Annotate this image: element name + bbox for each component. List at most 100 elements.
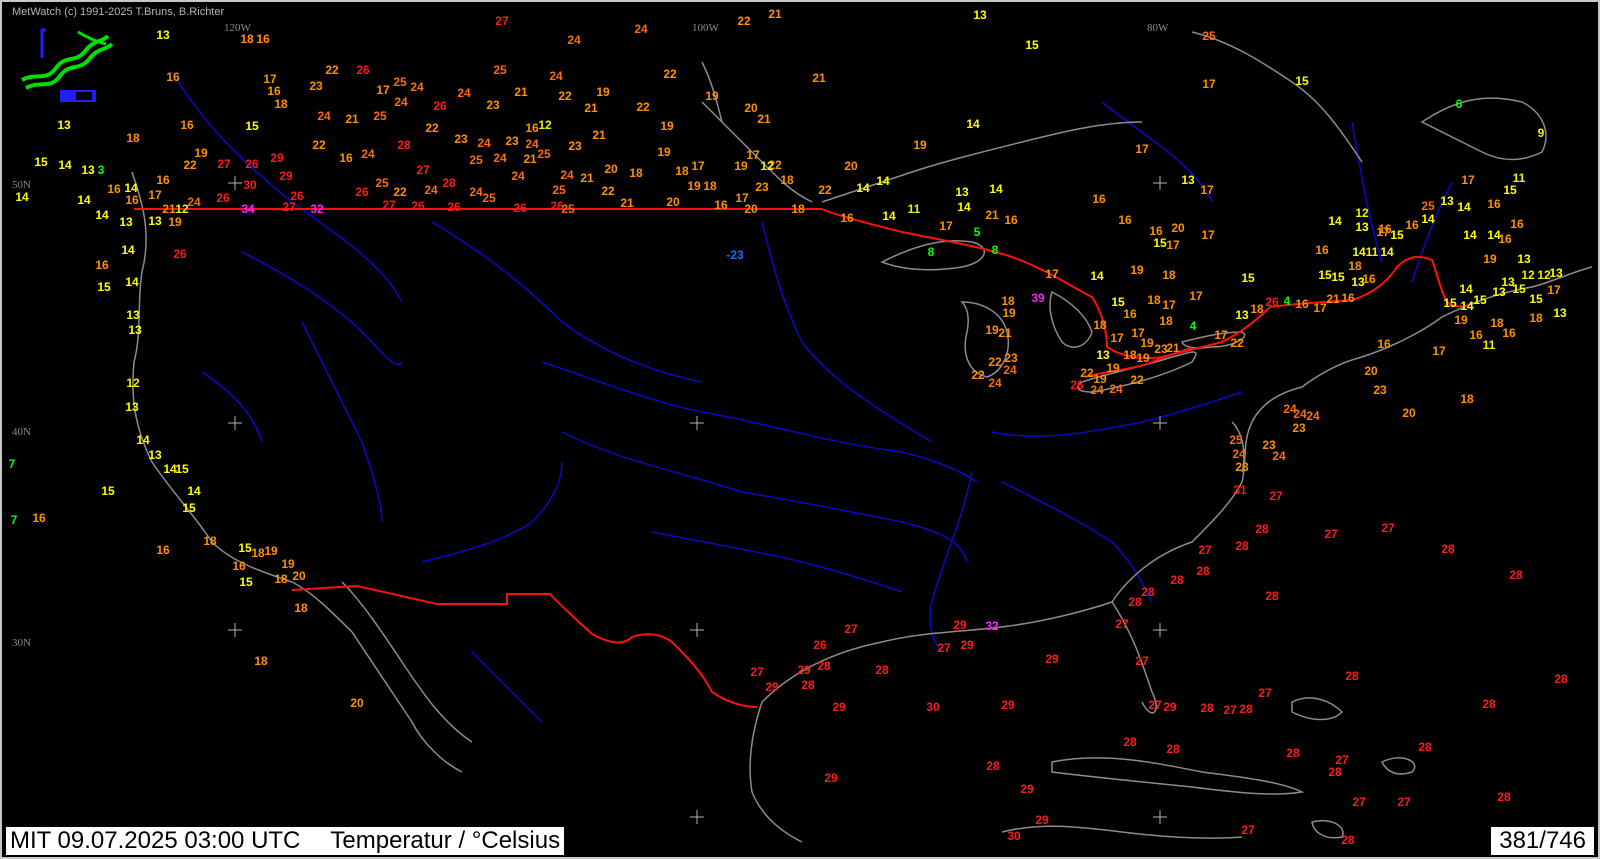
temperature-label: 19 xyxy=(168,215,182,229)
temperature-label: 16 xyxy=(1341,291,1355,305)
temperature-label: 15 xyxy=(239,575,253,589)
temperature-observations: 13 18 1627242422 21 13152516 1716182322 261725… xyxy=(9,7,1568,847)
temperature-label: 20 xyxy=(744,101,758,115)
temperature-label: 11 xyxy=(1366,245,1379,259)
temperature-label: 21 xyxy=(985,208,999,222)
temperature-label: 15 xyxy=(1025,38,1039,52)
temperature-label: 19 xyxy=(1136,351,1150,365)
temperature-label: 16 xyxy=(840,211,854,225)
temperature-label: 29 xyxy=(824,771,838,785)
temperature-label: 29 xyxy=(1001,698,1015,712)
temperature-label: 17 xyxy=(1200,183,1214,197)
temperature-label: 14 xyxy=(882,209,896,223)
temperature-label: 27 xyxy=(1324,527,1338,541)
temperature-label: 24 xyxy=(1293,407,1307,421)
temperature-label: 7 xyxy=(11,513,18,527)
temperature-label: 20 xyxy=(604,162,618,176)
temperature-label: 13 xyxy=(119,215,133,229)
temperature-label: 16 xyxy=(1498,232,1512,246)
temperature-label: 13 xyxy=(128,323,142,337)
temperature-label: 28 xyxy=(1166,742,1180,756)
temperature-label: 28 xyxy=(1482,697,1496,711)
temperature-label: 26 xyxy=(1265,295,1279,309)
temperature-label: 28 xyxy=(986,759,1000,773)
temperature-label: 27 xyxy=(382,198,396,212)
temperature-label: 16 xyxy=(232,559,246,573)
temperature-label: 17 xyxy=(1135,142,1149,156)
temperature-label: 18 xyxy=(1147,293,1161,307)
temperature-label: 14 xyxy=(136,433,150,447)
temperature-label: 17 xyxy=(148,188,162,202)
temperature-label: 22 xyxy=(558,89,572,103)
temperature-label: 25 xyxy=(493,63,507,77)
temperature-label: 16 xyxy=(156,543,170,557)
temperature-label: 15 xyxy=(1473,293,1487,307)
temperature-label: 18 xyxy=(675,164,689,178)
temperature-label: 21 xyxy=(757,112,771,126)
temperature-label: 17 xyxy=(1166,238,1180,252)
temperature-label: 18 xyxy=(780,173,794,187)
temperature-label: 27 xyxy=(1352,795,1366,809)
temperature-label: 22 xyxy=(737,14,751,28)
temperature-label: 14 xyxy=(95,208,109,222)
temperature-label: 18 xyxy=(1348,259,1362,273)
temperature-label: 22 xyxy=(988,355,1002,369)
temperature-label: 19 xyxy=(1130,263,1144,277)
temperature-label: 20 xyxy=(1364,364,1378,378)
temperature-label: 16 xyxy=(32,511,46,525)
temperature-label: 28 xyxy=(1235,539,1249,553)
temperature-label: 22 xyxy=(325,63,339,77)
temperature-label: 13 xyxy=(1553,306,1567,320)
temperature-label: 27 xyxy=(217,157,231,171)
temperature-label: 29 xyxy=(765,680,779,694)
temperature-label: 19 xyxy=(194,146,208,160)
temperature-label: 23 xyxy=(309,79,323,93)
valid-time-caption: MIT 09.07.2025 03:00 UTC Temperatur / °Ce… xyxy=(6,827,565,855)
temperature-label: 21 xyxy=(1166,341,1180,355)
temperature-label: 27 xyxy=(416,163,430,177)
temperature-label: 23 xyxy=(454,132,468,146)
temperature-label: 14 xyxy=(1463,228,1477,242)
temperature-label: 26 xyxy=(513,201,527,215)
temperature-label: 19 xyxy=(705,89,719,103)
temperature-label: 18 xyxy=(203,534,217,548)
temperature-label: 8 xyxy=(928,245,935,259)
temperature-label: 20 xyxy=(350,696,364,710)
temperature-label: 22 xyxy=(1130,373,1144,387)
temperature-label: 13 xyxy=(125,400,139,414)
temperature-label: 28 xyxy=(1554,672,1568,686)
temperature-label: 23 xyxy=(568,139,582,153)
temperature-label: 12 xyxy=(126,376,140,390)
temperature-label: 21 xyxy=(580,171,594,185)
temperature-label: 21 xyxy=(998,326,1012,340)
temperature-label: 17 xyxy=(1189,289,1203,303)
temperature-label: 28 xyxy=(1123,735,1137,749)
temperature-label: 24 xyxy=(424,183,438,197)
temperature-label: 14 xyxy=(1090,269,1104,283)
temperature-label: 14 xyxy=(125,275,139,289)
temperature-label: 23 xyxy=(1292,421,1306,435)
temperature-label: 13 xyxy=(81,163,95,177)
temperature-label: 19 xyxy=(1106,361,1120,375)
copyright-text: MetWatch (c) 1991-2025 T.Bruns, B.Richte… xyxy=(12,6,225,18)
temperature-label: 5 xyxy=(974,225,981,239)
temperature-label: 19 xyxy=(660,119,674,133)
temperature-label: 14 xyxy=(957,200,971,214)
temperature-label: 22 xyxy=(636,100,650,114)
temperature-label: 30 xyxy=(926,700,940,714)
temperature-label: 29 xyxy=(953,618,967,632)
temperature-label: 18 xyxy=(629,166,643,180)
temperature-label: 27 xyxy=(844,622,858,636)
temperature-label: 15 xyxy=(1153,236,1167,250)
temperature-label: 24 xyxy=(477,136,491,150)
temperature-label: 17 xyxy=(1214,328,1228,342)
temperature-label: 16 xyxy=(256,32,270,46)
temperature-label: 28 xyxy=(817,659,831,673)
temperature-label: 18 xyxy=(1250,302,1264,316)
temperature-label: 25 xyxy=(482,191,496,205)
temperature-label: 12 xyxy=(1355,206,1369,220)
temperature-label: 19 xyxy=(687,179,701,193)
temperature-label: 14 xyxy=(187,484,201,498)
temperature-label: 18 xyxy=(254,654,268,668)
temperature-label: 28 xyxy=(1265,589,1279,603)
